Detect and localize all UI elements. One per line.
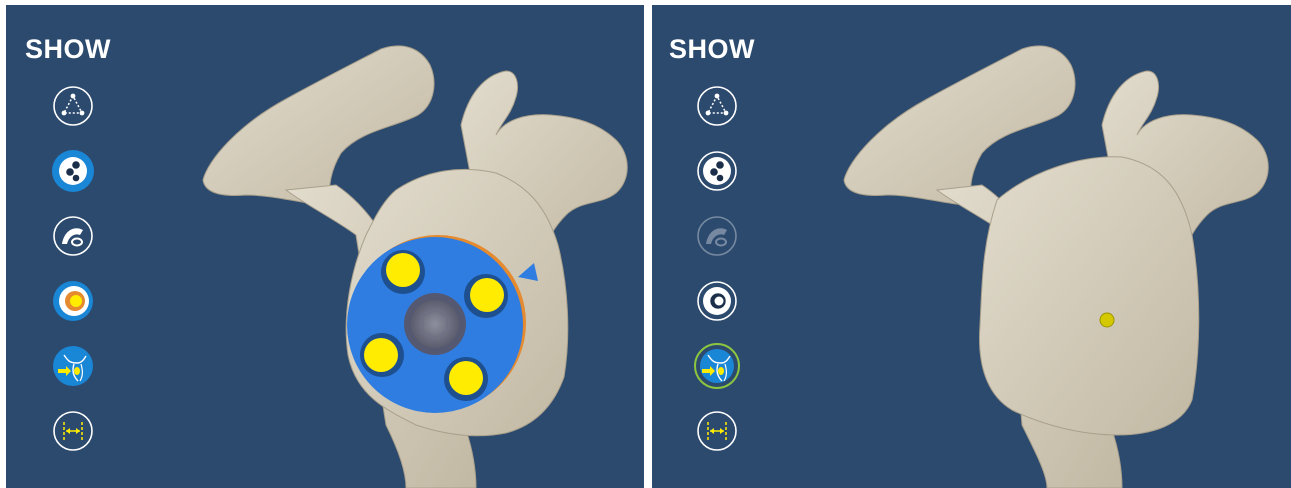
viewport-left[interactable]: SHOW <box>6 5 644 488</box>
landmarks-triangle-icon <box>53 86 93 126</box>
baseplate-view-icon <box>697 281 737 321</box>
peg-bottom-left <box>364 338 398 372</box>
pegs-icon <box>52 150 94 192</box>
show-title: SHOW <box>669 34 755 64</box>
show-title: SHOW <box>25 34 111 64</box>
peg-bottom-right <box>449 361 483 395</box>
peg-top-right <box>470 278 504 312</box>
landmarks-triangle-icon <box>697 86 737 126</box>
scapula-plane-button[interactable] <box>694 343 740 389</box>
landmarks-button[interactable] <box>50 83 96 129</box>
scapula-3d-model[interactable] <box>6 5 644 488</box>
pegs-button[interactable] <box>694 148 740 194</box>
scapula-plane-icon <box>694 343 740 389</box>
measure-button[interactable] <box>50 408 96 454</box>
landmarks-button[interactable] <box>694 83 740 129</box>
peg-top-left <box>386 253 420 287</box>
baseplate-view-button[interactable] <box>50 278 96 324</box>
measure-icon <box>697 411 737 451</box>
glenoid-surface-button[interactable] <box>50 213 96 259</box>
glenoid-surface-button[interactable] <box>694 213 740 259</box>
glenoid-face <box>979 156 1200 436</box>
baseplate-view-button[interactable] <box>694 278 740 324</box>
pegs-icon <box>697 151 737 191</box>
center-screw <box>411 300 459 348</box>
center-point-marker <box>1099 312 1115 328</box>
scapula-plane-button[interactable] <box>50 343 96 389</box>
scapula-3d-model[interactable] <box>652 5 1291 488</box>
glenoid-surface-icon <box>697 216 737 256</box>
scapula-plane-icon <box>53 346 93 386</box>
viewport-right[interactable]: SHOW <box>652 5 1291 488</box>
baseplate-view-icon <box>53 281 93 321</box>
measure-button[interactable] <box>694 408 740 454</box>
glenoid-surface-icon <box>53 216 93 256</box>
measure-icon <box>53 411 93 451</box>
pegs-button[interactable] <box>50 148 96 194</box>
